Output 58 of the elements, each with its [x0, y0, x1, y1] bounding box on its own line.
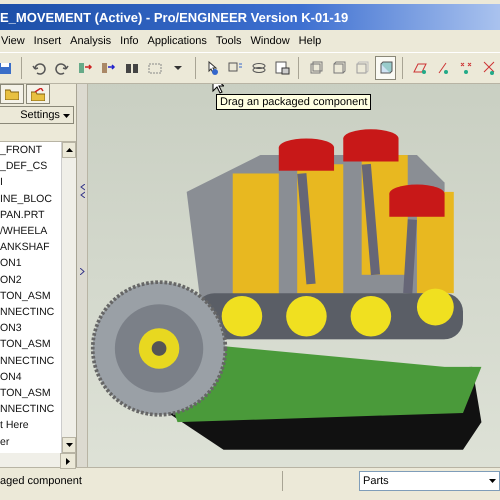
- coordinate-system-icon: [481, 60, 498, 76]
- settings-button[interactable]: Settings: [0, 106, 74, 124]
- caret-icon: [489, 479, 496, 483]
- menu-item[interactable]: Window: [250, 35, 290, 47]
- tree-item[interactable]: INE_BLOC: [0, 190, 61, 207]
- undo-icon: [30, 60, 47, 76]
- filter-dropdown[interactable]: Parts: [359, 471, 500, 491]
- menu-item[interactable]: Tools: [216, 35, 242, 47]
- menu-item[interactable]: Applications: [148, 35, 207, 47]
- tree-item[interactable]: PAN.PRT: [0, 206, 61, 224]
- tree-item[interactable]: ON2: [0, 272, 61, 288]
- no-hidden-cube-icon: [354, 60, 370, 76]
- menu-item[interactable]: View: [1, 35, 25, 47]
- shaded-cube-icon: [378, 60, 394, 76]
- toolbar-button[interactable]: [374, 56, 396, 80]
- tree-item[interactable]: TON_ASM: [0, 336, 61, 353]
- scroll-up-icon: [66, 148, 72, 152]
- tree-item[interactable]: ON3: [0, 320, 61, 336]
- tree-item[interactable]: I: [0, 174, 61, 191]
- menu-item[interactable]: Info: [120, 35, 138, 47]
- tree-item[interactable]: NNECTINC: [0, 401, 61, 418]
- caret-icon: [174, 66, 182, 70]
- tooltip: Drag an packaged component: [216, 94, 372, 110]
- scroll-down-icon: [66, 443, 72, 447]
- hidden-line-cube-icon: [331, 60, 348, 76]
- tree-item[interactable]: NNECTINC: [0, 352, 61, 369]
- scroll-right-icon: [66, 458, 70, 464]
- tab[interactable]: [26, 84, 50, 104]
- tree-item[interactable]: _DEF_CS: [0, 158, 61, 174]
- tree-item[interactable]: TON_ASM: [0, 288, 61, 304]
- tree-item[interactable]: t Here: [0, 417, 61, 434]
- redo-icon: [54, 60, 70, 76]
- arrows-icon: [80, 184, 84, 198]
- tree-item[interactable]: er: [0, 434, 61, 450]
- vertical-scrollbar[interactable]: [61, 142, 76, 453]
- menu-item[interactable]: Help: [298, 35, 322, 47]
- tree-item[interactable]: /WHEELA: [0, 223, 61, 240]
- tab[interactable]: [0, 84, 24, 104]
- tree-item[interactable]: NNECTINC: [0, 304, 61, 320]
- folder-icon: [31, 88, 45, 100]
- status-message: aged component: [0, 471, 283, 491]
- folder-icon: [5, 88, 19, 100]
- tree-item[interactable]: ANKSHAF: [0, 239, 61, 256]
- caret-icon: [63, 114, 70, 118]
- layers-icon: [250, 60, 267, 76]
- wireframe-cube-icon: [308, 60, 324, 76]
- save-icon: [0, 60, 13, 76]
- horizontal-scrollbar[interactable]: [0, 453, 76, 467]
- tree-item[interactable]: TON_ASM: [0, 385, 61, 402]
- tree-item[interactable]: ON4: [0, 368, 61, 386]
- page-icon: [274, 60, 290, 76]
- datum-point-icon: [458, 60, 474, 76]
- menu-item[interactable]: Insert: [34, 35, 62, 47]
- tree-item[interactable]: _FRONT: [0, 142, 61, 158]
- graphics-viewport[interactable]: Drag an packaged component: [88, 84, 500, 467]
- window-title: E_MOVEMENT (Active) - Pro/ENGINEER Version K-01-19: [0, 4, 500, 30]
- menu-item[interactable]: Analysis: [70, 35, 112, 47]
- tree-item[interactable]: ON1: [0, 255, 61, 272]
